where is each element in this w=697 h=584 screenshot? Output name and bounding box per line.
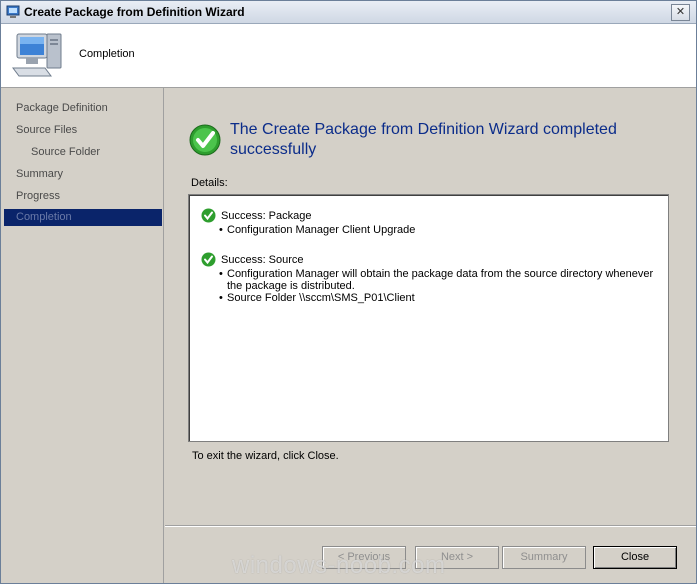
- button-bar-divider: [165, 525, 696, 527]
- sidebar-item-label: Progress: [16, 190, 61, 202]
- success-check-icon: [201, 252, 216, 267]
- sidebar-item-label: Source Folder: [31, 146, 101, 158]
- sidebar-item-source-files: Source Files: [4, 122, 162, 139]
- detail-status: Success: Package: [221, 210, 312, 222]
- page-title: Completion: [79, 48, 135, 60]
- main-content: The Create Package from Definition Wizar…: [165, 88, 696, 583]
- sidebar-item-label: Package Definition: [16, 102, 108, 114]
- detail-bullet: Configuration Manager will obtain the pa…: [219, 268, 653, 280]
- detail-bullet: Configuration Manager Client Upgrade: [219, 224, 415, 236]
- detail-status: Success: Source: [221, 254, 304, 266]
- watermark-text: windows-noob.com: [232, 552, 446, 579]
- sidebar-item-source-folder: Source Folder: [4, 144, 162, 161]
- details-label: Details:: [191, 177, 228, 189]
- window-title: Create Package from Definition Wizard: [24, 5, 245, 19]
- close-window-button[interactable]: ✕: [671, 4, 690, 21]
- sidebar-item-label: Source Files: [16, 124, 78, 136]
- success-check-icon: [201, 208, 216, 223]
- sidebar-divider: [163, 88, 164, 583]
- exit-instructions: To exit the wizard, click Close.: [192, 450, 339, 462]
- success-check-icon: [189, 124, 221, 156]
- summary-button[interactable]: Summary: [502, 546, 586, 569]
- sidebar-item-package-definition: Package Definition: [4, 100, 162, 117]
- wizard-icon: [6, 5, 20, 18]
- title-bar: Create Package from Definition Wizard ✕: [1, 1, 696, 24]
- details-box[interactable]: Success: Package Configuration Manager C…: [188, 194, 669, 442]
- computer-icon: [12, 33, 62, 77]
- wizard-header: Completion: [1, 24, 696, 88]
- close-button[interactable]: Close: [593, 546, 677, 569]
- sidebar-item-completion: Completion: [4, 209, 162, 226]
- sidebar-item-summary: Summary: [4, 166, 162, 183]
- completion-heading: The Create Package from Definition Wizar…: [230, 121, 617, 158]
- sidebar-item-label: Summary: [16, 168, 64, 180]
- wizard-steps-sidebar: Package Definition Source Files Source F…: [1, 88, 164, 583]
- detail-bullet-continuation: the package is distributed.: [227, 280, 355, 292]
- sidebar-item-label: Completion: [16, 211, 72, 223]
- wizard-window: Create Package from Definition Wizard ✕ …: [0, 0, 697, 584]
- sidebar-item-progress: Progress: [4, 188, 162, 205]
- detail-bullet: Source Folder \\sccm\SMS_P01\Client: [219, 292, 415, 304]
